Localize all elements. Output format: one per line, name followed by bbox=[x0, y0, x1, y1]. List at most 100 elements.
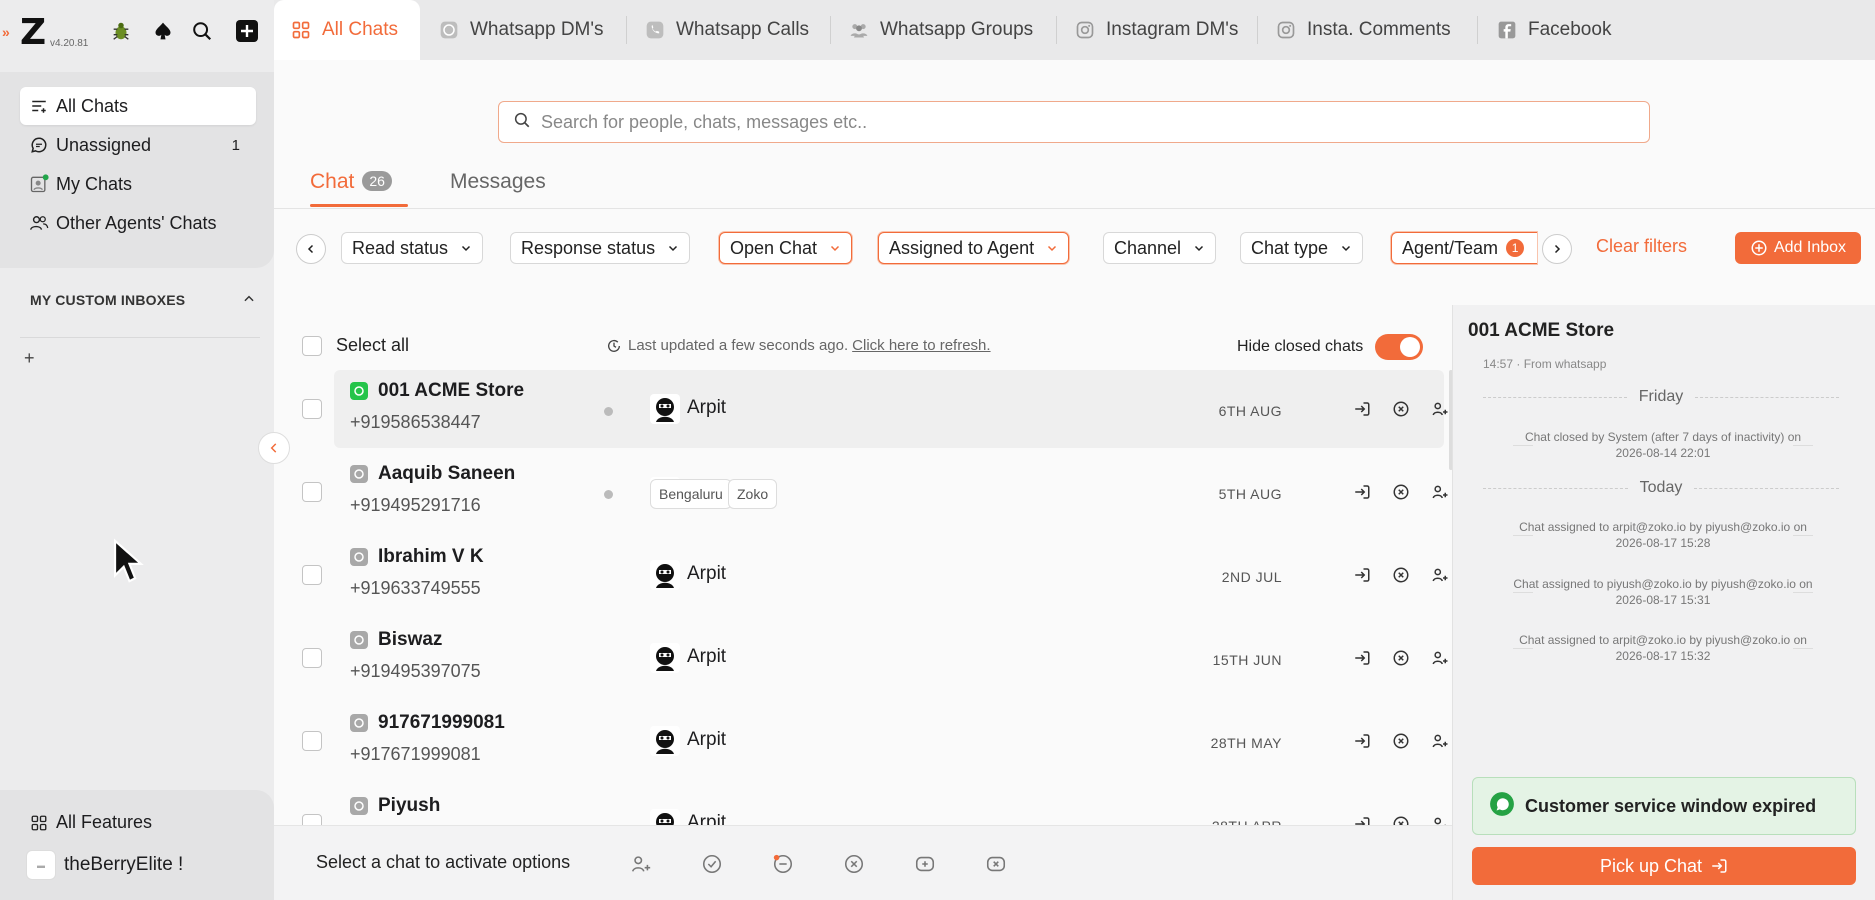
open-chat-icon[interactable] bbox=[1350, 397, 1374, 421]
close-chat-icon[interactable] bbox=[1389, 397, 1413, 421]
day-separator: Today bbox=[1471, 478, 1851, 498]
row-checkbox[interactable] bbox=[302, 565, 322, 585]
all-features-button[interactable]: All Features bbox=[30, 812, 152, 833]
preview-title: 001 ACME Store bbox=[1468, 320, 1615, 341]
all-features-label: All Features bbox=[56, 812, 153, 832]
user-card-icon bbox=[28, 173, 50, 195]
pick-up-chat-button[interactable]: Pick up Chat bbox=[1472, 847, 1856, 885]
chat-row[interactable]: Biswaz +919495397075 Arpit 15TH JUN bbox=[274, 619, 1452, 697]
row-checkbox[interactable] bbox=[302, 731, 322, 751]
tab-whatsapp-dms[interactable]: Whatsapp DM's bbox=[438, 0, 604, 60]
system-message: Chat assigned to arpit@zoko.io by piyush… bbox=[1513, 519, 1813, 551]
tab-whatsapp-groups[interactable]: Whatsapp Groups bbox=[848, 0, 1033, 60]
sidebar-item-other-agents-chats[interactable]: Other Agents' Chats bbox=[20, 204, 256, 242]
tab-divider bbox=[1056, 16, 1057, 44]
tab-insta-comments[interactable]: Insta. Comments bbox=[1275, 0, 1451, 60]
row-checkbox[interactable] bbox=[302, 399, 322, 419]
row-checkbox[interactable] bbox=[302, 482, 322, 502]
sidebar-item-my-chats[interactable]: My Chats bbox=[20, 165, 256, 203]
expand-chevron-icon[interactable]: » bbox=[2, 24, 10, 40]
tab-chat[interactable]: Chat 26 bbox=[310, 170, 392, 194]
chat-tag[interactable]: Bengaluru bbox=[650, 479, 732, 509]
search-input[interactable] bbox=[541, 111, 1541, 133]
chat-row[interactable]: Aaquib Saneen+919495291716ArpitBengaluru… bbox=[274, 453, 1452, 531]
assign-user-icon[interactable] bbox=[1428, 729, 1452, 753]
refresh-link[interactable]: Click here to refresh. bbox=[852, 337, 990, 354]
add-to-inbox-icon[interactable] bbox=[911, 850, 939, 878]
clear-filters-button[interactable]: Clear filters bbox=[1596, 236, 1687, 257]
hide-closed-toggle[interactable] bbox=[1375, 334, 1424, 360]
tab-instagram-dms[interactable]: Instagram DM's bbox=[1074, 0, 1238, 60]
contact-phone: +919495397075 bbox=[350, 661, 481, 681]
chat-row[interactable]: 001 ACME Store +919586538447 Arpit 6TH AUG bbox=[274, 370, 1452, 448]
mark-read-icon[interactable] bbox=[698, 850, 726, 878]
filter-open-chat[interactable]: Open Chat bbox=[719, 232, 853, 264]
scroll-left-button[interactable] bbox=[296, 234, 326, 264]
account-switcher[interactable]: ▬ theBerryElite ! bbox=[26, 850, 183, 880]
sidebar-item-label: Unassigned bbox=[56, 134, 152, 155]
close-chat-icon[interactable] bbox=[1389, 480, 1413, 504]
close-chat-icon[interactable] bbox=[1389, 729, 1413, 753]
collapse-sidebar-button[interactable] bbox=[258, 432, 290, 464]
add-inbox-button[interactable]: Add Inbox bbox=[1735, 232, 1861, 264]
filter-channel[interactable]: Channel bbox=[1103, 232, 1217, 264]
tab-messages[interactable]: Messages bbox=[450, 170, 546, 194]
status-dot bbox=[604, 407, 613, 416]
whatsapp-icon bbox=[1489, 791, 1515, 822]
chat-tag[interactable]: Zoko bbox=[728, 479, 778, 509]
channel-tab-bar: All Chats Whatsapp DM's Whatsapp Calls W… bbox=[274, 0, 1875, 60]
tab-label: Whatsapp Calls bbox=[676, 19, 810, 40]
new-chat-icon[interactable] bbox=[232, 16, 262, 46]
open-chat-icon[interactable] bbox=[1350, 480, 1374, 504]
clock-refresh-icon bbox=[608, 339, 620, 352]
assign-user-icon[interactable] bbox=[1428, 480, 1452, 504]
chevron-up-icon[interactable] bbox=[242, 292, 256, 311]
chat-bubble-icon bbox=[28, 134, 50, 156]
assign-user-icon[interactable] bbox=[627, 850, 655, 878]
close-chat-icon[interactable] bbox=[840, 850, 868, 878]
filter-response-status[interactable]: Response status bbox=[510, 232, 691, 264]
open-chat-icon[interactable] bbox=[1350, 729, 1374, 753]
assign-user-icon[interactable] bbox=[1428, 563, 1452, 587]
filter-label: Assigned to Agent bbox=[889, 237, 1035, 258]
tab-divider bbox=[830, 16, 831, 44]
contact-phone: +919495291716 bbox=[350, 495, 481, 515]
remove-from-inbox-icon[interactable] bbox=[982, 850, 1010, 878]
phone-icon bbox=[644, 19, 666, 41]
agent-name: Arpit bbox=[687, 729, 727, 750]
search-icon[interactable] bbox=[187, 16, 217, 46]
open-chat-icon[interactable] bbox=[1350, 563, 1374, 587]
chat-date: 2ND JUL bbox=[1221, 569, 1282, 585]
last-updated: Last updated a few seconds ago. Click he… bbox=[606, 337, 991, 354]
tab-all-chats[interactable]: All Chats bbox=[274, 0, 420, 60]
app-logo[interactable]: » Z v4.20.81 bbox=[2, 12, 88, 53]
filter-chat-type[interactable]: Chat type bbox=[1240, 232, 1364, 264]
select-all-label: Select all bbox=[336, 335, 410, 355]
mark-unread-icon[interactable] bbox=[769, 850, 797, 878]
filter-agent-team[interactable]: Agent/Team 1 bbox=[1391, 232, 1537, 264]
add-custom-inbox-button[interactable]: + bbox=[24, 348, 35, 369]
close-chat-icon[interactable] bbox=[1389, 563, 1413, 587]
bug-icon[interactable] bbox=[106, 16, 136, 46]
tab-facebook[interactable]: Facebook bbox=[1496, 0, 1611, 60]
scroll-right-button[interactable] bbox=[1542, 234, 1572, 264]
assign-user-icon[interactable] bbox=[1428, 646, 1452, 670]
select-all[interactable]: Select all bbox=[302, 335, 409, 356]
spade-icon[interactable] bbox=[148, 16, 178, 46]
sidebar-item-unassigned[interactable]: Unassigned 1 bbox=[20, 126, 256, 164]
tab-label: All Chats bbox=[322, 19, 399, 40]
tab-whatsapp-calls[interactable]: Whatsapp Calls bbox=[644, 0, 809, 60]
select-all-checkbox[interactable] bbox=[302, 335, 322, 356]
search-bar[interactable] bbox=[498, 101, 1650, 143]
chat-row[interactable]: Ibrahim V K +919633749555 Arpit 2ND JUL bbox=[274, 536, 1452, 614]
open-chat-icon[interactable] bbox=[1350, 646, 1374, 670]
filter-label: Channel bbox=[1114, 237, 1182, 258]
sidebar-item-all-chats[interactable]: All Chats bbox=[20, 87, 256, 125]
chat-row[interactable]: 917671999081 +917671999081 Arpit 28TH MAY bbox=[274, 702, 1452, 780]
row-checkbox[interactable] bbox=[302, 648, 322, 668]
filter-read-status[interactable]: Read status bbox=[341, 232, 484, 264]
filter-assigned-to-agent[interactable]: Assigned to Agent bbox=[878, 232, 1070, 264]
enter-icon bbox=[1712, 859, 1727, 873]
whatsapp-icon bbox=[350, 714, 368, 732]
close-chat-icon[interactable] bbox=[1389, 646, 1413, 670]
